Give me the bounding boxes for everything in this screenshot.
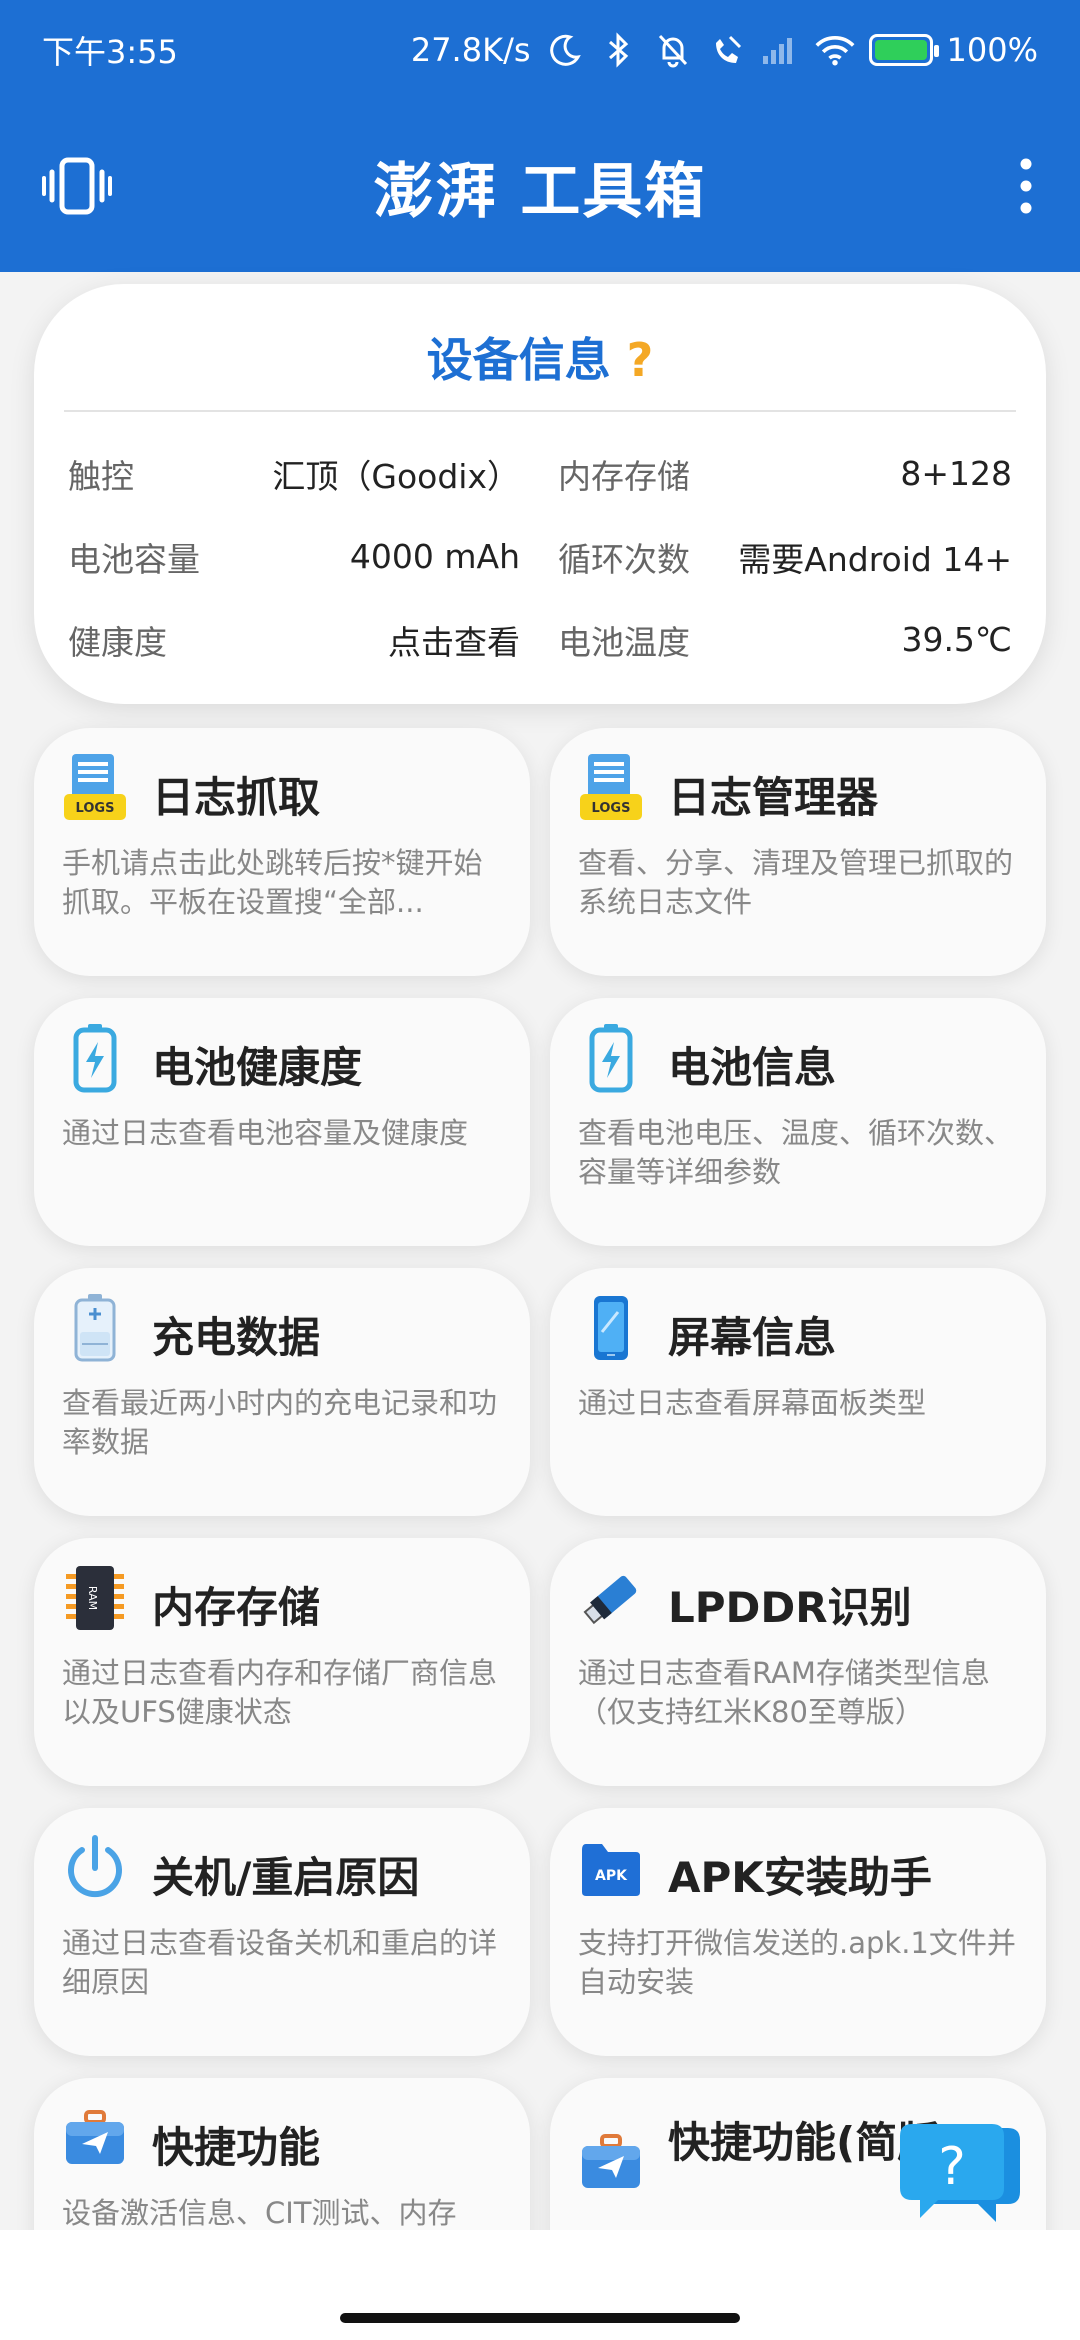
battery-icon: [578, 1022, 644, 1094]
card-title: 电池信息: [668, 1043, 837, 1092]
logs-icon: LOGS: [578, 752, 644, 824]
app-bar: 澎湃 工具箱: [0, 100, 1080, 272]
bluetooth-icon: [599, 30, 639, 70]
card-title: APK安装助手: [668, 1853, 932, 1902]
phone-icon: [578, 1292, 644, 1364]
bottom-nav-area: [0, 2230, 1080, 2340]
card-title: 内存存储: [152, 1583, 321, 1632]
info-cell-touch: 触控 汇顶（Goodix）: [68, 450, 540, 498]
help-chat-button[interactable]: ?: [898, 2122, 1022, 2232]
card-title: 充电数据: [152, 1313, 321, 1362]
card-screen-info[interactable]: 屏幕信息 通过日志查看屏幕面板类型: [550, 1268, 1046, 1516]
card-shutdown-reason[interactable]: 关机/重启原因 通过日志查看设备关机和重启的详细原因: [34, 1808, 530, 2056]
info-key: 触控: [68, 456, 134, 496]
card-charging-data[interactable]: 充电数据 查看最近两小时内的充电记录和功率数据: [34, 1268, 530, 1516]
usb-stick-icon: [578, 1562, 644, 1634]
card-lpddr-detect[interactable]: LPDDR识别 通过日志查看RAM存储类型信息（仅支持红米K80至尊版）: [550, 1538, 1046, 1786]
battery-percent: 100%: [946, 31, 1038, 69]
app-title: 澎湃 工具箱: [373, 156, 707, 227]
health-view-link[interactable]: 点击查看: [388, 616, 520, 664]
header: 下午3:55 27.8K/s 100% 澎湃 工具箱: [0, 0, 1080, 272]
power-icon: [62, 1832, 128, 1904]
info-key: 内存存储: [558, 456, 690, 496]
info-cell-health[interactable]: 健康度 点击查看: [68, 616, 540, 664]
info-row: 健康度 点击查看 电池温度 39.5℃: [68, 598, 1012, 681]
card-title: 快捷功能: [152, 2123, 321, 2172]
info-key: 循环次数: [558, 539, 690, 579]
apk-folder-icon: APK: [578, 1832, 644, 1904]
info-cell-cycle-count: 循环次数 需要Android 14+: [540, 533, 1012, 581]
info-key: 电池容量: [68, 539, 200, 579]
card-log-manager[interactable]: LOGS 日志管理器 查看、分享、清理及管理已抓取的系统日志文件: [550, 728, 1046, 976]
bell-off-icon: [653, 30, 693, 70]
device-info-grid: 触控 汇顶（Goodix） 内存存储 8+128 电池容量 4000 mAh 循…: [68, 432, 1012, 681]
logs-icon: LOGS: [62, 752, 128, 824]
card-desc: 手机请点击此处跳转后按*键开始抓取。平板在设置搜“全部...: [62, 846, 483, 919]
info-value: 需要Android 14+: [738, 539, 1012, 579]
info-key: 健康度: [68, 622, 167, 662]
device-info-title: 设备信息 ?: [34, 324, 1046, 390]
card-battery-info[interactable]: 电池信息 查看电池电压、温度、循环次数、容量等详细参数: [550, 998, 1046, 1246]
signal-icon: [761, 30, 801, 70]
moon-icon: [545, 30, 585, 70]
card-apk-installer[interactable]: APK APK安装助手 支持打开微信发送的.apk.1文件并自动安装: [550, 1808, 1046, 2056]
call-off-icon: [707, 30, 747, 70]
card-log-capture[interactable]: LOGS 日志抓取 手机请点击此处跳转后按*键开始抓取。平板在设置搜“全部...: [34, 728, 530, 976]
status-time: 下午3:55: [42, 33, 178, 71]
charging-icon: [62, 1292, 128, 1364]
logs-badge-text: LOGS: [76, 801, 115, 816]
info-row: 电池容量 4000 mAh 循环次数 需要Android 14+: [68, 515, 1012, 598]
status-icons: 27.8K/s 100%: [411, 30, 1038, 70]
card-battery-health[interactable]: 电池健康度 通过日志查看电池容量及健康度: [34, 998, 530, 1246]
card-desc: 通过日志查看RAM存储类型信息（仅支持红米K80至尊版）: [578, 1656, 990, 1729]
logs-badge-text: LOGS: [592, 801, 631, 816]
card-title: 电池健康度: [152, 1043, 363, 1092]
card-memory-storage[interactable]: RAM 内存存储 通过日志查看内存和存储厂商信息以及UFS健康状态: [34, 1538, 530, 1786]
help-question-icon[interactable]: ?: [627, 333, 654, 387]
info-cell-battery-capacity: 电池容量 4000 mAh: [68, 533, 540, 581]
card-desc: 查看、分享、清理及管理已抓取的系统日志文件: [578, 846, 1014, 919]
net-speed: 27.8K/s: [410, 31, 531, 69]
info-value: 39.5℃: [901, 620, 1012, 659]
vibrate-icon[interactable]: [42, 156, 112, 216]
info-key: 电池温度: [558, 622, 690, 662]
more-menu-icon[interactable]: [1014, 154, 1038, 218]
card-desc: 查看电池电压、温度、循环次数、容量等详细参数: [578, 1116, 1014, 1189]
card-title: LPDDR识别: [668, 1583, 912, 1632]
ram-chip-icon: RAM: [62, 1562, 128, 1634]
card-desc: 设备激活信息、CIT测试、内存: [62, 2196, 457, 2230]
card-title: 关机/重启原因: [152, 1853, 420, 1902]
card-desc: 查看最近两小时内的充电记录和功率数据: [62, 1386, 498, 1459]
card-title: 日志管理器: [668, 773, 879, 822]
card-title: 屏幕信息: [668, 1313, 837, 1362]
card-title: 日志抓取: [152, 773, 321, 822]
ram-badge-text: RAM: [86, 1586, 99, 1610]
card-desc: 通过日志查看电池容量及健康度: [62, 1116, 469, 1150]
help-icon-text: ?: [938, 2137, 966, 2197]
divider: [64, 410, 1016, 412]
briefcase-icon: [578, 2126, 644, 2198]
info-value: 汇顶（Goodix）: [272, 456, 520, 496]
home-indicator[interactable]: [340, 2313, 740, 2323]
device-info-card: 设备信息 ? 触控 汇顶（Goodix） 内存存储 8+128 电池容量 400…: [34, 284, 1046, 704]
info-value: 4000 mAh: [349, 537, 520, 576]
wifi-icon: [815, 30, 855, 70]
card-desc: 支持打开微信发送的.apk.1文件并自动安装: [578, 1926, 1016, 1999]
battery-icon: [62, 1022, 128, 1094]
card-desc: 通过日志查看设备关机和重启的详细原因: [62, 1926, 498, 1999]
card-desc: 通过日志查看屏幕面板类型: [578, 1386, 927, 1420]
card-desc: 通过日志查看内存和存储厂商信息以及UFS健康状态: [62, 1656, 498, 1729]
info-row: 触控 汇顶（Goodix） 内存存储 8+128: [68, 432, 1012, 515]
info-cell-storage: 内存存储 8+128: [540, 450, 1012, 498]
info-cell-battery-temp: 电池温度 39.5℃: [540, 616, 1012, 664]
briefcase-icon: [62, 2102, 128, 2174]
device-info-title-text: 设备信息: [426, 333, 611, 387]
info-value: 8+128: [900, 454, 1012, 493]
status-bar: 下午3:55 27.8K/s 100%: [0, 0, 1080, 100]
apk-badge-text: APK: [595, 1868, 628, 1884]
battery-icon: [868, 34, 939, 66]
